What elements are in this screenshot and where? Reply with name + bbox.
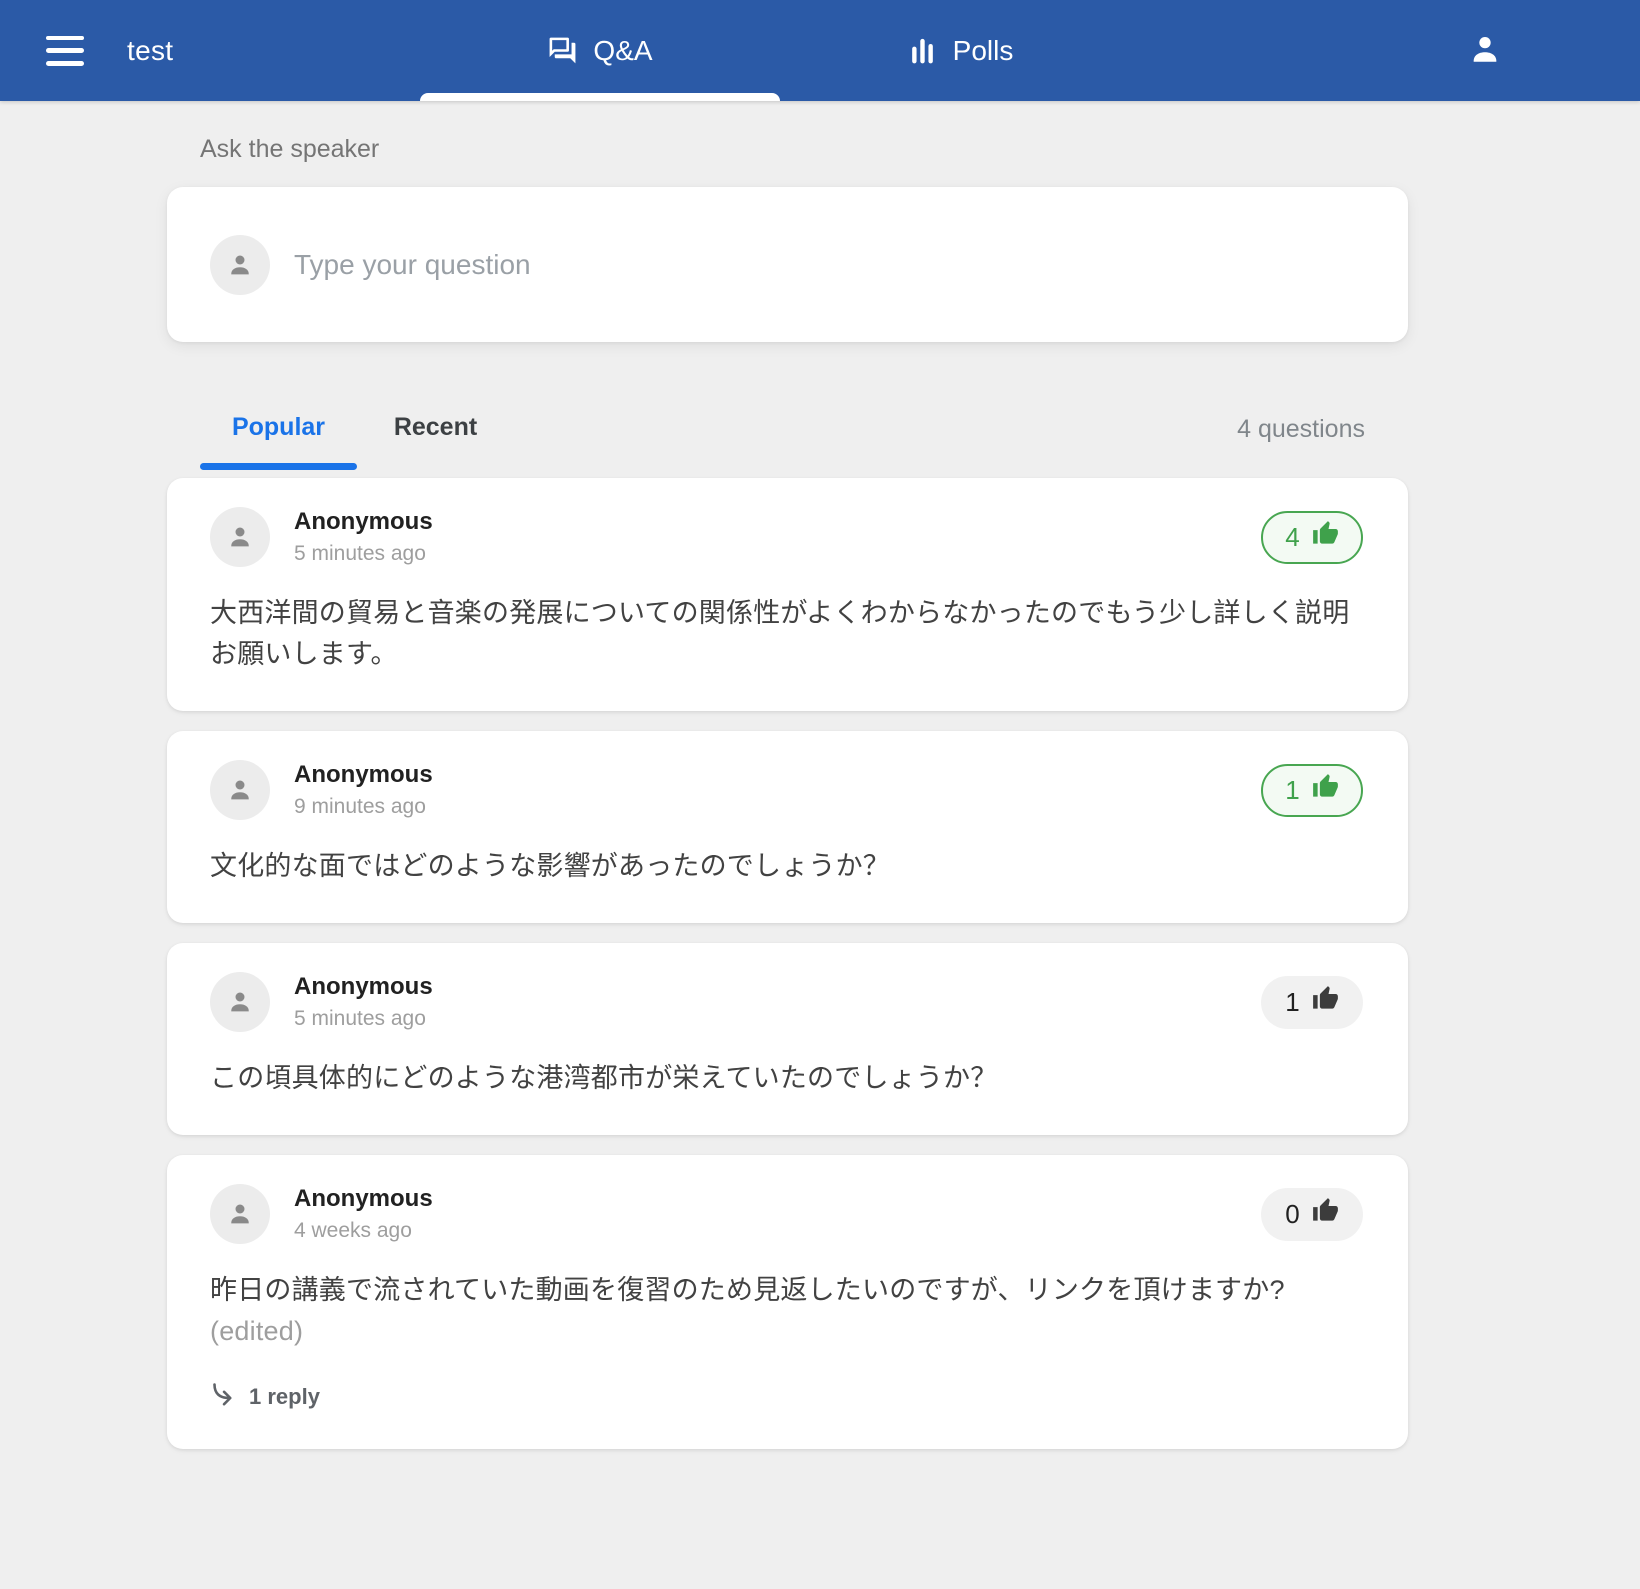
upvote-count: 4: [1285, 522, 1299, 553]
tab-qa[interactable]: Q&A: [420, 0, 780, 101]
upvote-count: 0: [1285, 1199, 1299, 1230]
question-card: Anonymous 9 minutes ago 1 文化的な面ではどのような影響…: [167, 731, 1408, 923]
thumbs-up-icon: [1312, 985, 1339, 1019]
question-text: この頃具体的にどのような港湾都市が栄えていたのでしょうか？: [210, 1058, 1363, 1099]
question-input[interactable]: [294, 249, 1363, 281]
avatar: [210, 507, 270, 567]
question-author: Anonymous: [294, 1185, 433, 1213]
qa-page: Ask the speaker Popular Recent 4 questio…: [167, 135, 1408, 1449]
upvote-button[interactable]: 4: [1261, 511, 1363, 564]
tab-polls-label: Polls: [953, 35, 1014, 67]
tab-polls[interactable]: Polls: [780, 0, 1140, 101]
question-list: Anonymous 5 minutes ago 4 大西洋間の貿易と音楽の発展に…: [167, 478, 1408, 1449]
questions-count: 4 questions: [1237, 415, 1365, 462]
hamburger-menu-button[interactable]: [46, 36, 84, 66]
popular-tab-underline: [200, 463, 357, 470]
question-card: Anonymous 4 weeks ago 0 昨日の講義で流されていた動画を復…: [167, 1155, 1408, 1449]
upvote-button[interactable]: 0: [1261, 1188, 1363, 1241]
upvote-button[interactable]: 1: [1261, 976, 1363, 1029]
tab-recent[interactable]: Recent: [357, 392, 514, 462]
avatar: [210, 972, 270, 1032]
reply-arrow-icon: [210, 1380, 237, 1413]
question-author: Anonymous: [294, 761, 433, 789]
top-navbar: test Q&A Polls: [0, 0, 1640, 101]
ask-the-speaker-label: Ask the speaker: [200, 135, 1408, 164]
thumbs-up-icon: [1312, 520, 1339, 554]
thumbs-up-icon: [1312, 1197, 1339, 1231]
question-text: 昨日の講義で流されていた動画を復習のため見返したいのですが、リンクを頂けますか?…: [210, 1270, 1363, 1352]
question-timestamp: 9 minutes ago: [294, 795, 433, 819]
question-card: Anonymous 5 minutes ago 4 大西洋間の貿易と音楽の発展に…: [167, 478, 1408, 711]
tab-popular[interactable]: Popular: [200, 392, 357, 462]
avatar: [210, 760, 270, 820]
question-card: Anonymous 5 minutes ago 1 この頃具体的にどのような港湾…: [167, 943, 1408, 1135]
reply-count-label: 1 reply: [249, 1384, 320, 1410]
question-author: Anonymous: [294, 973, 433, 1001]
hamburger-icon: [46, 36, 84, 41]
question-author: Anonymous: [294, 508, 433, 536]
event-title: test: [127, 35, 173, 67]
upvote-count: 1: [1285, 987, 1299, 1018]
question-timestamp: 5 minutes ago: [294, 542, 433, 566]
tab-qa-label: Q&A: [593, 35, 652, 67]
navbar-tabs: Q&A Polls: [420, 0, 1140, 101]
avatar: [210, 1184, 270, 1244]
edited-label: (edited): [210, 1311, 303, 1352]
upvote-count: 1: [1285, 775, 1299, 806]
question-input-card: [167, 187, 1408, 342]
avatar: [210, 235, 270, 295]
question-text: 文化的な面ではどのような影響があったのでしょうか？: [210, 846, 1363, 887]
filter-row: Popular Recent 4 questions: [167, 392, 1408, 462]
thumbs-up-icon: [1312, 773, 1339, 807]
upvote-button[interactable]: 1: [1261, 764, 1363, 817]
active-tab-indicator: [420, 93, 780, 101]
question-timestamp: 4 weeks ago: [294, 1219, 433, 1243]
profile-button[interactable]: [1463, 29, 1507, 73]
person-icon: [1468, 32, 1502, 69]
replies-toggle[interactable]: 1 reply: [210, 1380, 320, 1413]
question-timestamp: 5 minutes ago: [294, 1007, 433, 1031]
qa-bubbles-icon: [547, 35, 578, 66]
polls-bars-icon: [907, 35, 938, 66]
question-text: 大西洋間の貿易と音楽の発展についての関係性がよくわからなかったのでもう少し詳しく…: [210, 593, 1363, 675]
